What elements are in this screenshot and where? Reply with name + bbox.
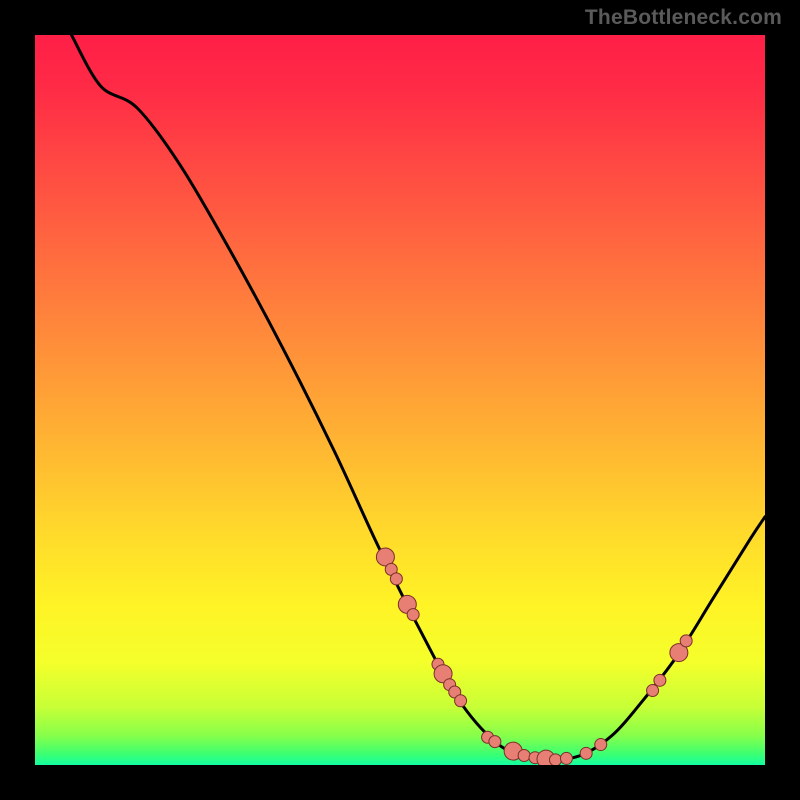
data-point [407,609,419,621]
watermark-text: TheBottleneck.com [585,6,782,30]
data-point [680,635,692,647]
gradient-background [35,35,765,765]
data-point [489,736,501,748]
data-point [580,747,592,759]
data-point [654,674,666,686]
data-point [549,754,561,765]
chart-container: TheBottleneck.com [0,0,800,800]
data-point [518,750,530,762]
data-point [455,695,467,707]
plot-area [35,35,765,765]
data-point [647,685,659,697]
data-point [560,752,572,764]
data-point [595,739,607,751]
chart-svg [35,35,765,765]
data-point [390,573,402,585]
